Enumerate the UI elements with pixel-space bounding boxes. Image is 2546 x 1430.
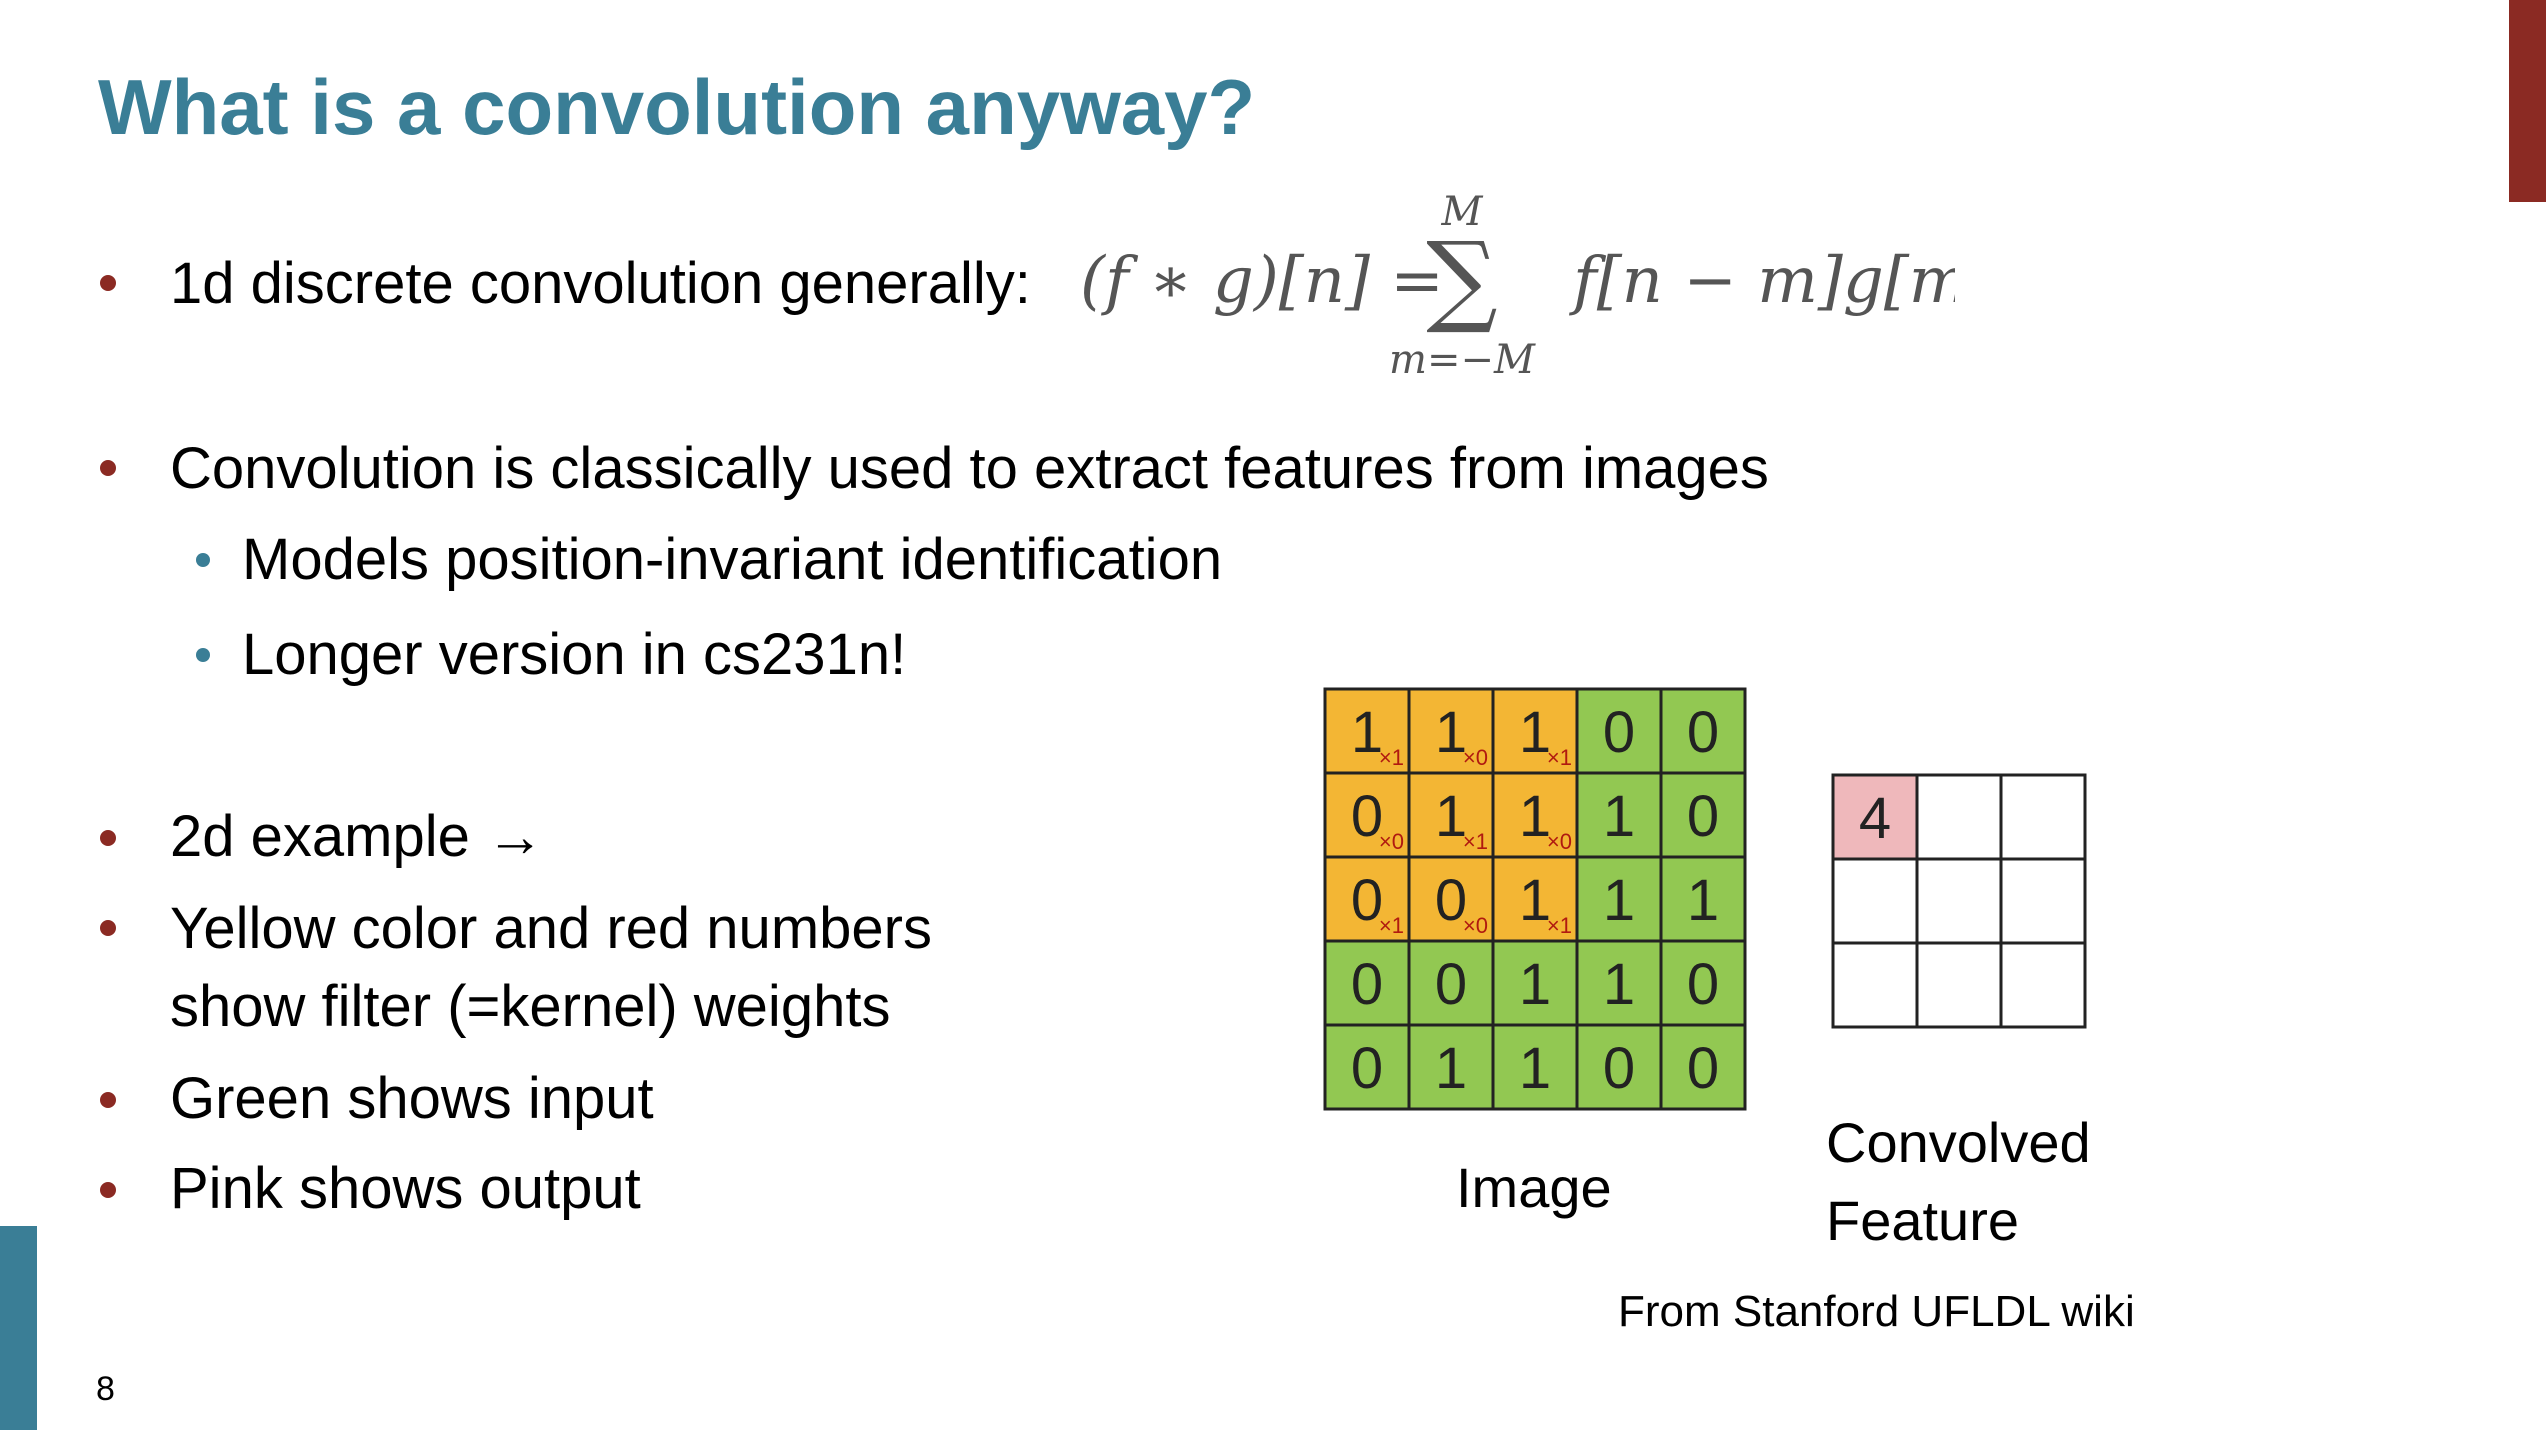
bullet-pink-output: Pink shows output [170,1156,641,1221]
image-cell-value: 0 [1687,784,1719,849]
kernel-weight-label: ×1 [1379,913,1404,938]
bullet-dot [100,830,116,846]
output-cell-empty [1915,857,2003,945]
image-cell-value: 1 [1519,1036,1551,1101]
kernel-weight-label: ×1 [1547,913,1572,938]
bullet-yellow-red-cont: show filter (=kernel) weights [170,974,891,1039]
slide-number: 8 [96,1370,115,1408]
kernel-weight-label: ×1 [1547,745,1572,770]
convolved-caption-line2: Feature [1826,1189,2019,1252]
sub-bullet-cs231n: Longer version in cs231n! [242,622,907,687]
slide-title: What is a convolution anyway? [98,63,1256,151]
accent-bar-bottom-left [0,1226,37,1430]
formula-sum-symbol: ∑ [1426,220,1497,337]
formula-sum-bottom: m=−M [1389,337,1536,383]
sub-bullet-position-invariant: Models position-invariant identification [242,527,1223,592]
convolved-caption-line1: Convolved [1826,1111,2091,1174]
bullet-dot [100,460,116,476]
formula-rhs: f[n − m]g[m]. [1569,244,1955,318]
image-cell-value: 0 [1687,1036,1719,1101]
output-cell-empty [1915,773,2003,861]
kernel-weight-label: ×0 [1379,829,1404,854]
output-cell-empty [1999,941,2087,1029]
output-cell-empty [1999,857,2087,945]
output-cell-empty [1915,941,2003,1029]
bullet-1d-convolution: 1d discrete convolution generally: [170,251,1031,316]
image-cell-value: 1 [1687,868,1719,933]
bullet-dot [100,1092,116,1108]
bullet-convolution-images: Convolution is classically used to extra… [170,436,1769,501]
kernel-weight-label: ×1 [1379,745,1404,770]
output-cell-value: 4 [1859,786,1891,851]
bullet-2d-example: 2d example → [170,804,544,869]
accent-bar-top-right [2509,0,2546,202]
bullet-dot [100,275,116,291]
image-caption: Image [1456,1156,1612,1219]
sub-bullet-dot [196,553,210,567]
output-cell-empty [1999,773,2087,861]
output-cell-empty [1831,857,1919,945]
kernel-weight-label: ×0 [1463,745,1488,770]
image-cell-value: 0 [1435,952,1467,1017]
source-credit: From Stanford UFLDL wiki [1618,1287,2135,1336]
image-cell-value: 1 [1603,868,1635,933]
bullet-dot [100,920,116,936]
image-cell-value: 0 [1351,1036,1383,1101]
bullet-yellow-red: Yellow color and red numbers [170,896,932,961]
sub-bullet-dot [196,648,210,662]
image-cell-value: 1 [1519,952,1551,1017]
image-cell-value: 1 [1603,784,1635,849]
formula-lhs: (f ∗ g)[n] = [1080,244,1444,318]
output-cell-empty [1831,941,1919,1029]
image-cell-value: 0 [1351,952,1383,1017]
image-cell-value: 1 [1603,952,1635,1017]
bullet-green-input: Green shows input [170,1066,654,1131]
bullet-dot [100,1182,116,1198]
image-cell-value: 0 [1687,952,1719,1017]
convolution-formula: (f ∗ g)[n] = M ∑ m=−M f[n − m]g[m]. [1080,195,1955,383]
kernel-weight-label: ×1 [1463,829,1488,854]
image-cell-value: 0 [1603,700,1635,765]
kernel-weight-label: ×0 [1547,829,1572,854]
image-cell-value: 1 [1435,1036,1467,1101]
image-cell-value: 0 [1687,700,1719,765]
image-cell-value: 0 [1603,1036,1635,1101]
convolved-feature-grid: 4 [1831,773,2087,1029]
image-grid: 1×1 1×0 1×1 0 00×0 1×1 1×0 1 00×1 0×0 1×1 1 10 0 1 1 00 1… [1323,687,1747,1111]
kernel-weight-label: ×0 [1463,913,1488,938]
